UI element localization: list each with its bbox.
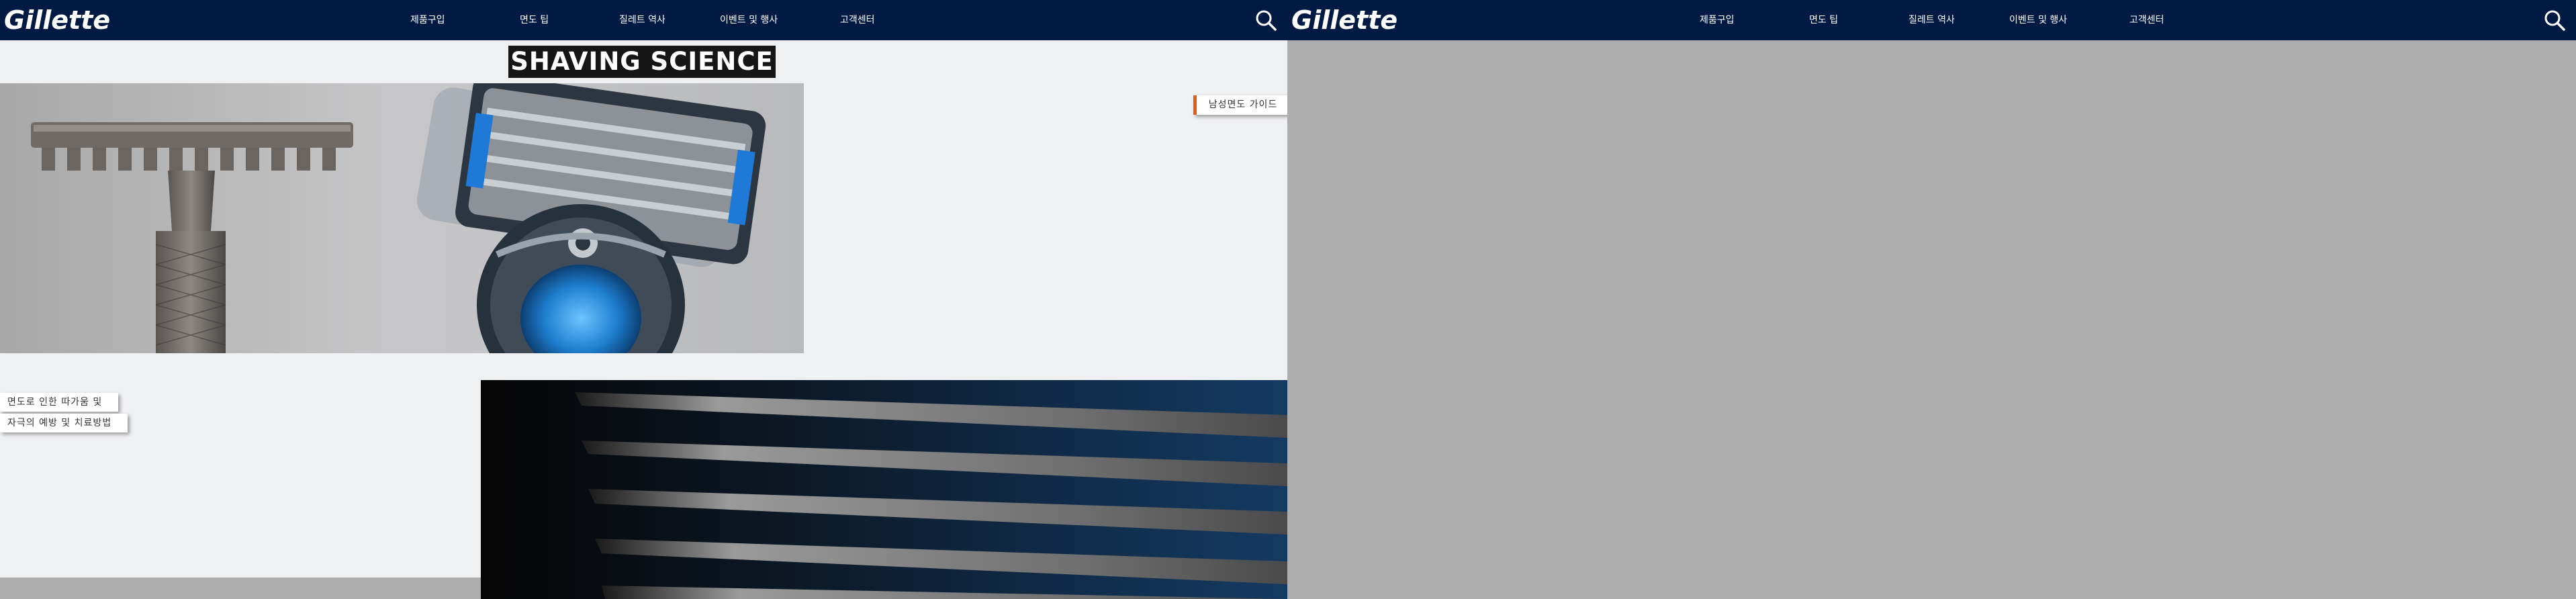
search-icon [1256,10,1277,31]
top-navbar: Gillette 제품구입 면도 팁 질레트 역사 이벤트 및 행사 고객센터 [0,0,1287,40]
nav-item-buy-products-overlay[interactable]: 제품구입 [1700,0,1735,40]
irritation-guide-tag-line2[interactable]: 자극의 예방 및 치료방법 [0,414,128,432]
blade-closeup-image [481,380,1287,599]
irritation-guide-tag-line1[interactable]: 면도로 인한 따가움 및 [0,393,118,412]
nav-item-shaving-tips[interactable]: 면도 팁 [520,0,549,40]
search-button-overlay[interactable] [2542,8,2567,32]
nav-item-gillette-history[interactable]: 질레트 역사 [619,0,665,40]
search-icon [2544,10,2565,31]
logo-wordmark: Gillette [4,5,110,35]
gillette-logo-overlay[interactable]: Gillette [1290,3,1399,36]
nav-item-customer-center[interactable]: 고객센터 [840,0,875,40]
gillette-logo[interactable]: Gillette [3,3,111,36]
top-navbar-overlay: Gillette 제품구입 면도 팁 질레트 역사 이벤트 및 행사 고객센터 [1287,0,2576,40]
nav-item-events-overlay[interactable]: 이벤트 및 행사 [2009,0,2067,40]
overlay-page: Gillette 제품구입 면도 팁 질레트 역사 이벤트 및 행사 고객센터 [1287,0,2576,599]
search-button[interactable] [1254,8,1278,32]
bottom-overlay-strip [0,578,481,599]
logo-wordmark-overlay: Gillette [1291,5,1397,35]
page-title: SHAVING SCIENCE [508,46,776,78]
guide-link-shaving-guide[interactable]: 남성면도 가이드 [1193,95,1287,115]
nav-item-gillette-history-overlay[interactable]: 질레트 역사 [1908,0,1955,40]
nav-item-customer-center-overlay[interactable]: 고객센터 [2129,0,2164,40]
nav-item-buy-products[interactable]: 제품구입 [410,0,445,40]
hero-razor-image [0,83,804,353]
main-page: Gillette 제품구입 면도 팁 질레트 역사 이벤트 및 행사 고객센터 … [0,0,1287,599]
nav-item-shaving-tips-overlay[interactable]: 면도 팁 [1809,0,1838,40]
nav-item-events[interactable]: 이벤트 및 행사 [720,0,778,40]
